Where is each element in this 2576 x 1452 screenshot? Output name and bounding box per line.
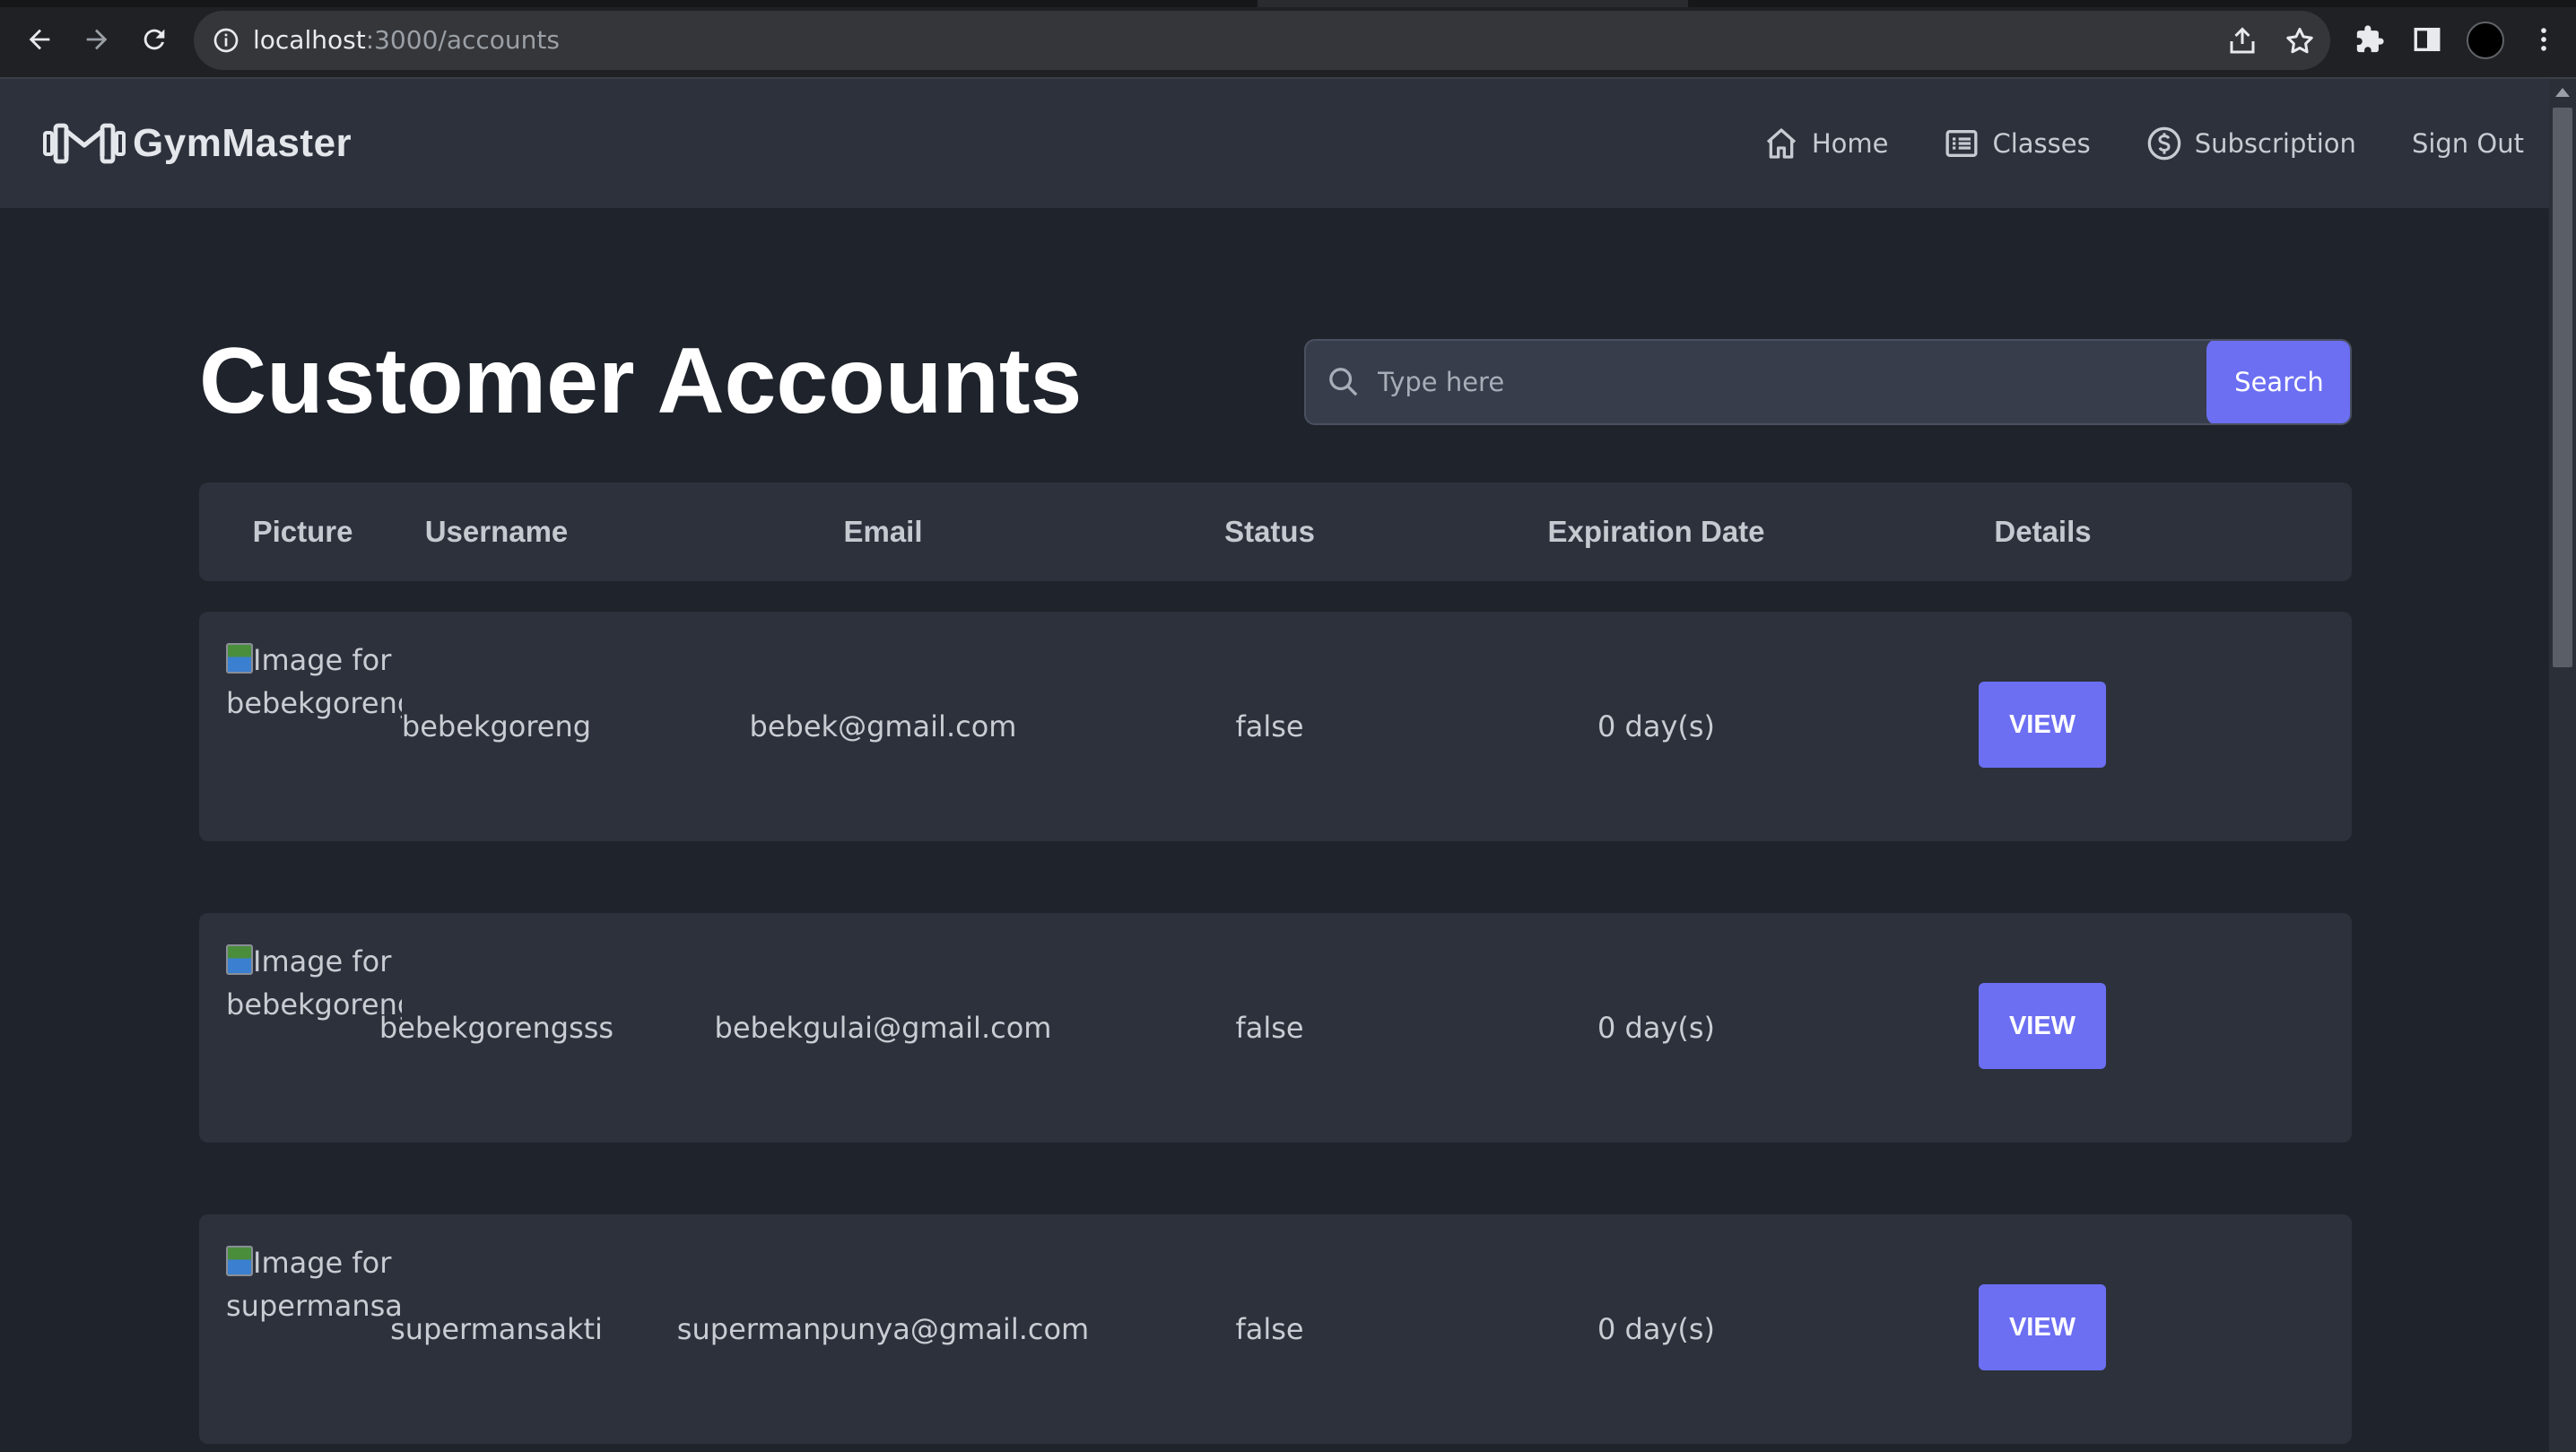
forward-button[interactable] bbox=[77, 20, 117, 59]
nav-link-classes[interactable]: Classes bbox=[1944, 126, 2091, 161]
reload-icon bbox=[144, 29, 165, 50]
broken-image-icon bbox=[226, 643, 253, 674]
status-cell: false bbox=[1235, 1312, 1304, 1346]
tab-strip bbox=[0, 0, 2576, 7]
email-cell: supermanpunya@gmail.com bbox=[676, 1312, 1090, 1346]
broken-image-icon bbox=[226, 944, 253, 975]
scroll-up-arrow-icon[interactable] bbox=[2555, 88, 2570, 97]
chrome-menu-button[interactable] bbox=[2526, 22, 2562, 57]
broken-image-icon bbox=[226, 1246, 253, 1276]
nav-link-subscription-label: Subscription bbox=[2194, 128, 2356, 159]
view-button[interactable]: VIEW bbox=[1979, 983, 2106, 1069]
column-header-details: Details bbox=[1994, 515, 2092, 548]
column-header-expiration-date: Expiration Date bbox=[1547, 515, 1765, 548]
expiration-cell: 0 day(s) bbox=[1597, 709, 1716, 743]
dollar-icon bbox=[2147, 126, 2181, 161]
extensions-button[interactable] bbox=[2352, 22, 2388, 57]
app-navbar: GymMaster Home Classes Subscription Sign… bbox=[0, 79, 2549, 208]
view-button[interactable]: VIEW bbox=[1979, 682, 2106, 768]
nav-link-sign-out-label: Sign Out bbox=[2411, 128, 2524, 159]
nav-link-subscription[interactable]: Subscription bbox=[2146, 126, 2356, 161]
arrow-left-icon bbox=[29, 29, 50, 50]
active-tab[interactable] bbox=[1258, 0, 1688, 7]
status-cell: false bbox=[1235, 709, 1304, 743]
dumbbell-logo-icon bbox=[43, 123, 126, 164]
nav-link-home[interactable]: Home bbox=[1763, 126, 1889, 161]
username-cell: bebekgorengsss bbox=[379, 1011, 614, 1045]
search-bar: Search bbox=[1304, 339, 2352, 425]
column-header-username: Username bbox=[424, 515, 569, 548]
url-host: localhost bbox=[253, 25, 366, 55]
table-row: Image for bebekgoreng bebekgoreng bebek@… bbox=[199, 612, 2352, 841]
home-icon bbox=[1766, 128, 1796, 159]
expiration-cell: 0 day(s) bbox=[1597, 1312, 1716, 1346]
view-button[interactable]: VIEW bbox=[1979, 1284, 2106, 1370]
side-panel-button[interactable] bbox=[2409, 22, 2445, 57]
nav-link-classes-label: Classes bbox=[1992, 128, 2091, 159]
nav-link-home-label: Home bbox=[1811, 128, 1889, 159]
profile-avatar[interactable] bbox=[2467, 22, 2504, 59]
reload-button[interactable] bbox=[135, 20, 174, 59]
url-text: localhost:3000/accounts bbox=[253, 24, 560, 57]
email-cell: bebekgulai@gmail.com bbox=[714, 1011, 1052, 1045]
puzzle-icon bbox=[2356, 25, 2384, 53]
url-path: :3000/accounts bbox=[365, 25, 560, 55]
nav-link-sign-out[interactable]: Sign Out bbox=[2412, 128, 2524, 159]
browser-toolbar: localhost:3000/accounts bbox=[0, 0, 2576, 79]
back-button[interactable] bbox=[20, 20, 59, 59]
username-cell: bebekgoreng bbox=[401, 709, 592, 743]
table-row: Image for bebekgorengsss bebekgorengsss … bbox=[199, 913, 2352, 1143]
more-vertical-icon bbox=[2541, 28, 2546, 51]
table-header: Picture Username Email Status Expiration… bbox=[199, 483, 2352, 581]
table-row: Image for supermansakti supermansakti su… bbox=[199, 1214, 2352, 1444]
list-icon bbox=[1945, 130, 1978, 157]
brand-name: GymMaster bbox=[133, 121, 352, 165]
brand-logo[interactable]: GymMaster bbox=[41, 118, 352, 169]
column-header-email: Email bbox=[843, 515, 923, 548]
search-button[interactable]: Search bbox=[2206, 341, 2350, 423]
column-header-status: Status bbox=[1224, 515, 1315, 548]
address-bar[interactable]: localhost:3000/accounts bbox=[194, 11, 2330, 70]
arrow-right-icon bbox=[86, 29, 108, 50]
search-icon bbox=[1329, 368, 1358, 396]
page-title: Customer Accounts bbox=[199, 329, 1083, 433]
bookmark-star-icon[interactable] bbox=[2284, 25, 2316, 57]
side-panel-icon bbox=[2414, 27, 2441, 52]
status-cell: false bbox=[1235, 1011, 1304, 1045]
expiration-cell: 0 day(s) bbox=[1597, 1011, 1716, 1045]
search-input[interactable] bbox=[1378, 341, 2203, 423]
scrollbar-thumb[interactable] bbox=[2553, 108, 2572, 667]
share-icon[interactable] bbox=[2226, 25, 2258, 57]
username-cell: supermansakti bbox=[390, 1312, 603, 1346]
nav-links: Home Classes Subscription Sign Out bbox=[1708, 118, 2524, 169]
info-icon[interactable] bbox=[212, 26, 240, 55]
email-cell: bebek@gmail.com bbox=[749, 709, 1017, 743]
